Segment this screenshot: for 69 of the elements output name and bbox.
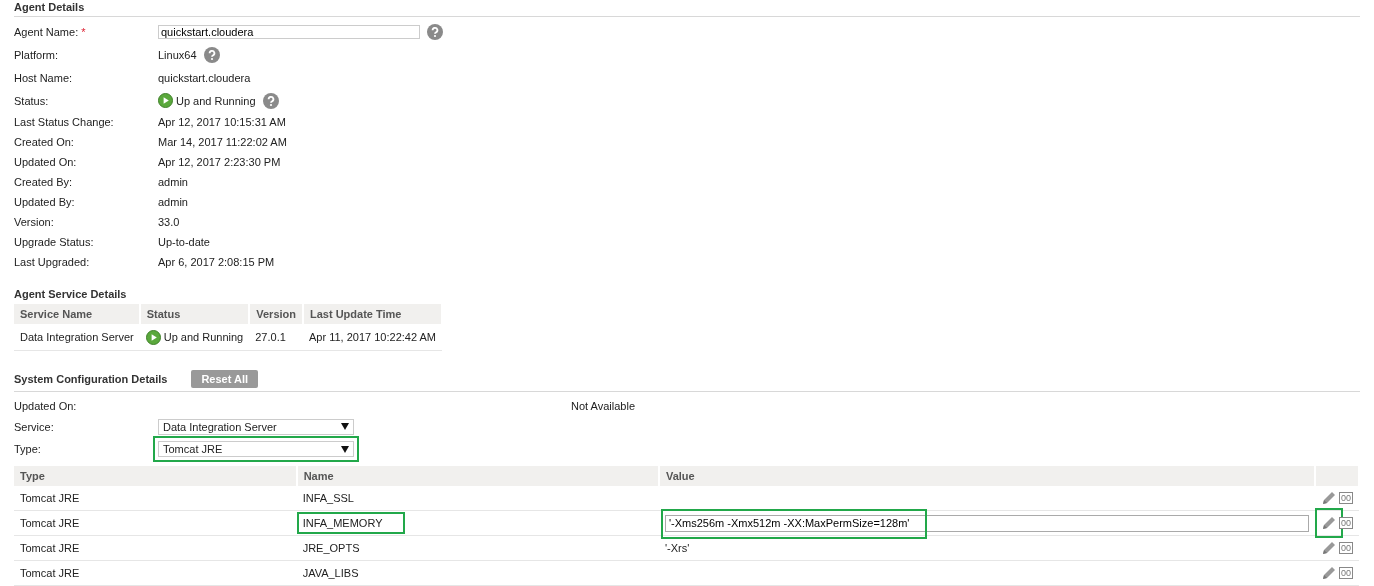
- section-title: Agent Service Details: [14, 288, 128, 300]
- field-value: Up-to-date: [158, 236, 210, 248]
- table-cell: Apr 11, 2017 10:22:42 AM: [303, 324, 442, 351]
- field-label: Upgrade Status:: [14, 236, 95, 248]
- pencil-icon[interactable]: [1321, 565, 1337, 581]
- caret-icon: [341, 445, 349, 453]
- table-cell: INFA_SSL: [302, 492, 354, 504]
- table-cell: 27.0.1: [249, 324, 303, 351]
- field-label: Updated On:: [14, 400, 78, 412]
- field-value: Apr 12, 2017 2:23:30 PM: [158, 156, 281, 168]
- field-value: Linux64: [158, 48, 197, 61]
- field-label: Last Upgraded:: [14, 256, 91, 268]
- field-label: Agent Name: *: [14, 26, 87, 38]
- help-icon[interactable]: [262, 92, 279, 109]
- section-title: System Configuration Details: [14, 373, 168, 385]
- column-header: Last Update Time: [303, 304, 442, 324]
- reset-icon[interactable]: 00: [1339, 517, 1353, 529]
- field-label: Updated On:: [14, 156, 78, 168]
- reset-all-button[interactable]: Reset All: [191, 370, 259, 388]
- column-header: Type: [14, 466, 297, 486]
- table-cell: JRE_OPTS: [302, 542, 360, 554]
- field-label: Created By:: [14, 176, 74, 188]
- dropdown[interactable]: Data Integration Server: [158, 418, 354, 435]
- table-cell: INFA_MEMORY: [296, 512, 405, 534]
- table-cell: Tomcat JRE: [14, 486, 297, 511]
- table-cell: Data Integration Server: [14, 324, 140, 351]
- column-header: Status: [139, 304, 250, 324]
- reset-icon[interactable]: 00: [1339, 567, 1353, 579]
- table-cell: Tomcat JRE: [14, 535, 297, 561]
- table-cell: Tomcat JRE: [14, 560, 297, 586]
- pencil-icon[interactable]: [1321, 515, 1337, 531]
- field-label: Updated By:: [14, 196, 76, 208]
- field-label: Created On:: [14, 136, 75, 148]
- table-cell: '-Xrs': [664, 542, 690, 554]
- help-icon[interactable]: [427, 24, 443, 40]
- table-cell: JAVA_LIBS: [302, 567, 359, 579]
- agent-name-field[interactable]: quickstart.cloudera: [158, 25, 420, 39]
- field-value: Not Available: [571, 400, 635, 412]
- field-value: 33.0: [158, 216, 180, 228]
- field-label: Service:: [14, 420, 55, 433]
- field-label: Platform:: [14, 48, 59, 61]
- field-label: Last Status Change:: [14, 116, 115, 128]
- field-value: admin: [158, 196, 188, 208]
- field-label: Status:: [14, 94, 50, 107]
- pencil-icon[interactable]: [1321, 490, 1337, 506]
- column-header: Value: [658, 466, 1315, 486]
- column-header: Service Name: [14, 304, 140, 324]
- field-label: Type:: [14, 443, 42, 455]
- help-icon[interactable]: [203, 46, 220, 63]
- reset-icon[interactable]: 00: [1339, 542, 1353, 554]
- column-header: Name: [296, 466, 659, 486]
- field-value: Apr 12, 2017 10:15:31 AM: [158, 116, 286, 128]
- field-label: Host Name:: [14, 71, 74, 84]
- section-title: Agent Details: [14, 1, 85, 13]
- pencil-icon[interactable]: [1321, 540, 1337, 556]
- caret-icon: [341, 423, 349, 430]
- field-value: quickstart.cloudera: [158, 71, 251, 84]
- play-status-icon: [145, 329, 161, 345]
- status-text: Up and Running: [163, 331, 244, 343]
- reset-icon[interactable]: 00: [1339, 492, 1353, 504]
- value-field[interactable]: '-Xms256m -Xmx512m -XX:MaxPermSize=128m': [664, 514, 1309, 532]
- field-value: admin: [158, 176, 188, 188]
- field-value: Apr 6, 2017 2:08:15 PM: [158, 256, 275, 268]
- field-value: Up and Running: [176, 94, 256, 107]
- play-status-icon: [158, 93, 173, 108]
- column-header: Version: [249, 304, 303, 324]
- field-value: Mar 14, 2017 11:22:02 AM: [158, 136, 287, 148]
- field-label: Version:: [14, 216, 55, 228]
- table-cell: Tomcat JRE: [14, 510, 297, 536]
